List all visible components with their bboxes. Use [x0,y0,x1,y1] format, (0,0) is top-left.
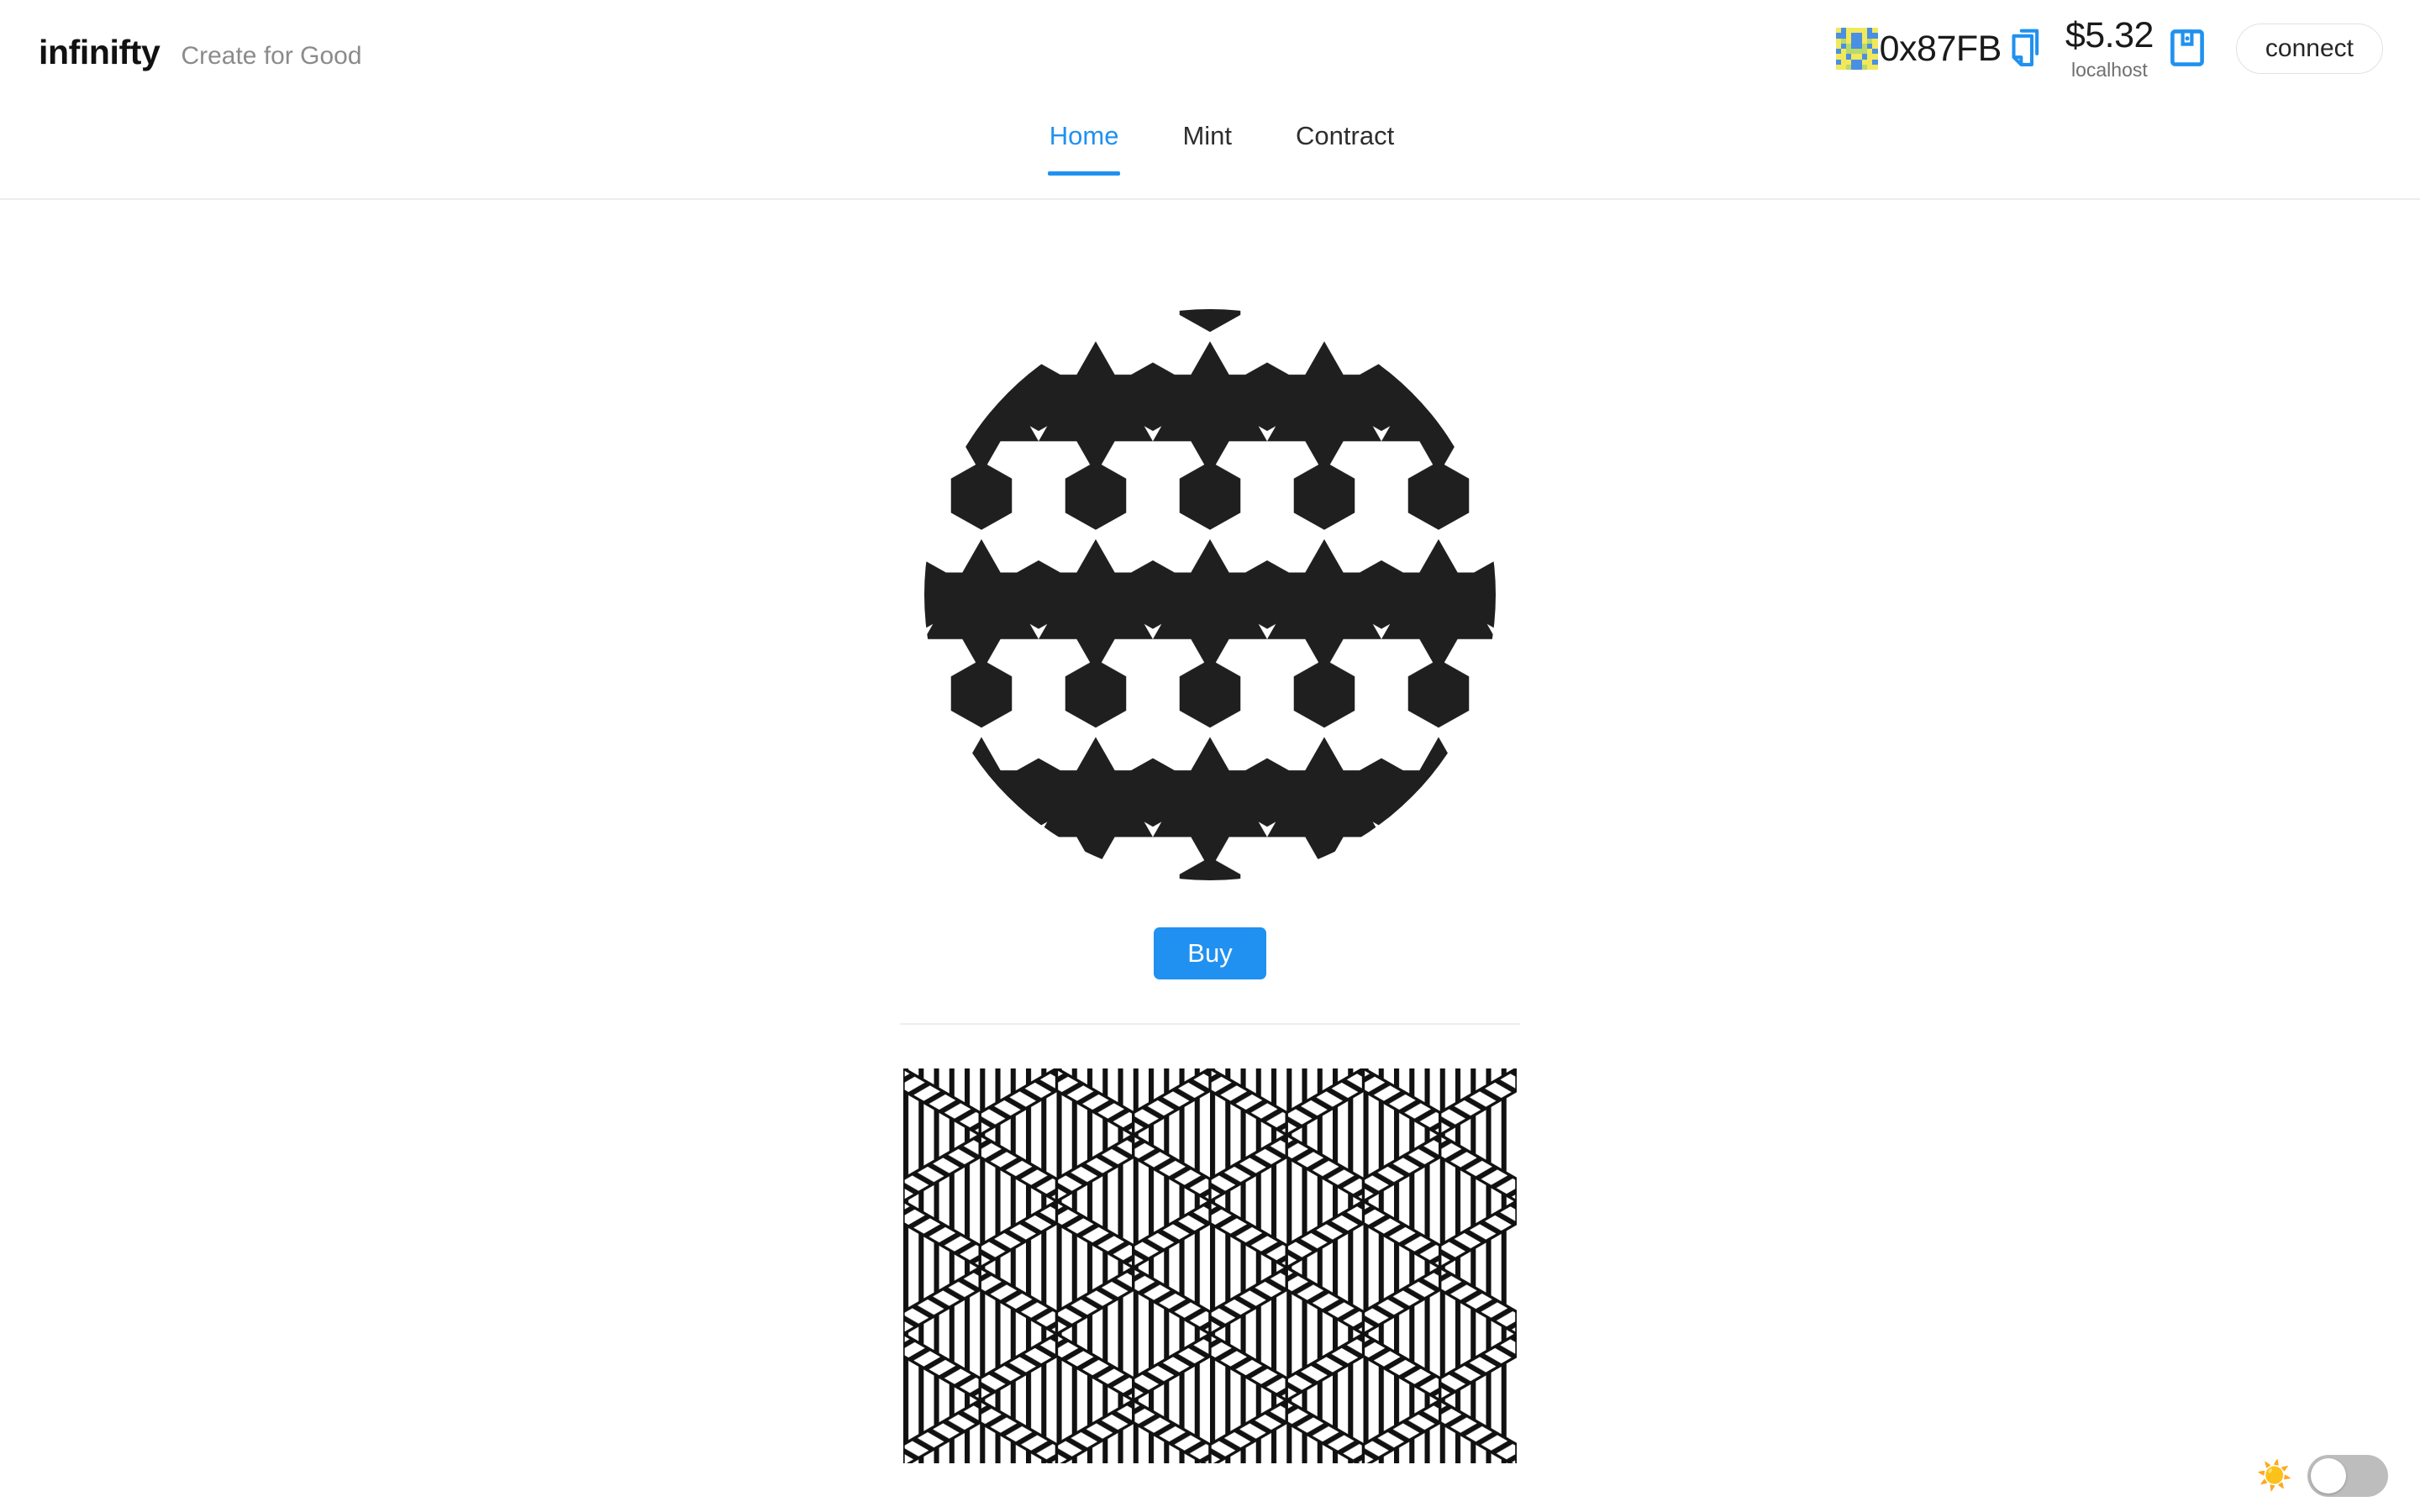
copy-address-button[interactable] [2008,27,2047,71]
app-header: infinifty Create for Good 0x87FB $5.32 l… [0,0,2420,113]
switch-knob [2311,1458,2346,1494]
header-right-cluster: 0x87FB $5.32 localhost connect [1835,17,2383,79]
tab-home[interactable]: Home [1018,113,1151,176]
section-divider [900,1023,1520,1026]
account-group: 0x87FB $5.32 localhost [1835,17,2212,79]
wallet-button[interactable] [2169,28,2206,71]
brand[interactable]: infinifty Create for Good [0,0,362,70]
main-navigation: Home Mint Contract [0,113,2420,200]
nft-artwork-isometric-cubes[interactable] [903,1068,1517,1464]
buy-button[interactable]: Buy [1154,927,1266,980]
network-name: localhost [2070,58,2148,81]
copy-icon [2008,27,2047,71]
sun-icon: ☀️ [2256,1460,2292,1492]
theme-toggle-group[interactable]: ☀️ [2257,1455,2388,1497]
nav-tab-list: Home Mint Contract [1018,113,1426,176]
main-content: Buy [0,200,2420,1464]
tab-mint[interactable]: Mint [1150,113,1264,174]
dark-mode-switch[interactable] [2307,1455,2388,1497]
account-address[interactable]: 0x87FB [1880,30,2002,67]
content-column: Buy [900,200,1520,1464]
blockie-avatar-icon [1835,28,1878,70]
connect-wallet-button[interactable]: connect [2235,24,2383,74]
brand-tagline: Create for Good [181,42,362,70]
tab-contract[interactable]: Contract [1264,113,1426,174]
buy-row: Buy [900,927,1520,980]
brand-name: infinifty [39,33,160,71]
wallet-icon [2169,28,2206,71]
balance-amount: $5.32 [2065,15,2154,56]
nft-artwork-hexagon-stars[interactable] [924,309,1496,880]
nft-card-primary: Buy [900,200,1520,980]
balance-block: $5.32 localhost [2065,15,2154,81]
